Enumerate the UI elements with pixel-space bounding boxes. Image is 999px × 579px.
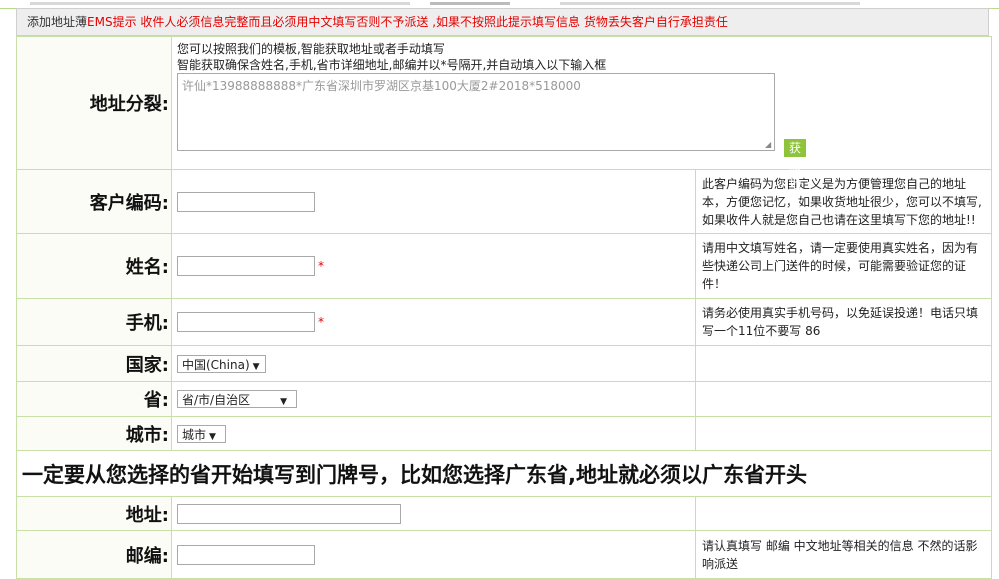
zip-input[interactable]: [177, 544, 315, 565]
top-strip-fragment: [30, 2, 410, 5]
row-province: 省: 省/市/自治区 ▼: [16, 381, 992, 417]
country-select[interactable]: 中国(China) ▼: [177, 354, 266, 373]
row-zip: 邮编: 请认真填写 邮编 中文地址等相关的信息 不然的话影响派送: [16, 530, 992, 579]
top-strip-fragment: [560, 2, 860, 5]
resize-grip-icon[interactable]: ◢: [765, 141, 773, 149]
address-split-textarea[interactable]: 许仙*13988888888*广东省深圳市罗湖区京基100大厦2#2018*51…: [177, 73, 775, 151]
notice-prefix: 添加地址薄: [27, 15, 88, 29]
address-tip-empty: [695, 496, 992, 531]
ems-notice-bar: 添加地址薄EMS提示 收件人必须信息完整而且必须用中文填写否则不予派送 ,如果不…: [16, 8, 989, 36]
name-required-star: *: [318, 259, 324, 273]
chevron-down-icon: ▼: [252, 361, 260, 372]
name-label: 姓名:: [16, 233, 172, 299]
chevron-down-icon: ▼: [280, 397, 288, 407]
name-cell: *: [171, 233, 696, 299]
row-name: 姓名: * 请用中文填写姓名，请一定要使用真实姓名，因为有些快递公司上门送件的时…: [16, 233, 992, 299]
zip-tip: 请认真填写 邮编 中文地址等相关的信息 不然的话影响派送: [695, 530, 992, 579]
city-selected-value: 城市: [182, 427, 207, 442]
row-customer-code: 客户编码: 此客户编码为您自定义是为方便管理您自己的地址本，方便您记忆，如果收货…: [16, 169, 992, 234]
country-selected-value: 中国(China): [182, 357, 250, 372]
zip-label: 邮编:: [16, 530, 172, 579]
customer-code-cell: [171, 169, 696, 234]
customer-code-tip: 此客户编码为您自定义是为方便管理您自己的地址本，方便您记忆，如果收货地址很少，您…: [695, 169, 992, 234]
row-country: 国家: 中国(China) ▼: [16, 345, 992, 382]
city-label: 城市:: [16, 416, 172, 451]
province-selected-value: 省/市/自治区: [182, 393, 251, 407]
row-warning: 一定要从您选择的省开始填写到门牌号，比如您选择广东省,地址就必须以广东省开头: [16, 450, 992, 497]
province-cell: 省/市/自治区 ▼: [171, 381, 696, 417]
name-tip: 请用中文填写姓名，请一定要使用真实姓名，因为有些快递公司上门送件的时候，可能需要…: [695, 233, 992, 299]
phone-input[interactable]: [177, 312, 315, 332]
notice-text: 收件人必须信息完整而且必须用中文填写否则不予派送 ,如果不按照此提示填写信息 货…: [136, 15, 728, 29]
row-address: 地址:: [16, 496, 992, 531]
chevron-down-icon: ▼: [209, 431, 216, 442]
address-form: 地址分裂: 您可以按照我们的模板,智能获取地址或者手动填写 智能获取确保含姓名,…: [16, 36, 992, 579]
city-select[interactable]: 城市 ▼: [177, 424, 226, 443]
phone-tip: 请务必使用真实手机号码，以免延误投递！电话只填写一个11位不要写 86: [695, 298, 992, 346]
top-strip-fragment: [430, 2, 510, 5]
split-textarea-wrap: 许仙*13988888888*广东省深圳市罗湖区京基100大厦2#2018*51…: [177, 73, 807, 209]
province-select[interactable]: 省/市/自治区 ▼: [177, 390, 297, 408]
notice-ems: EMS提示: [87, 15, 137, 29]
province-tip-empty: [695, 381, 992, 417]
split-hint-2: 智能获取确保含姓名,手机,省市详细地址,邮编并以*号隔开,并自动填入以下输入框: [177, 58, 607, 72]
address-split-label: 地址分裂:: [16, 36, 172, 170]
name-input[interactable]: [177, 256, 315, 276]
city-cell: 城市 ▼: [171, 416, 696, 451]
row-address-split: 地址分裂: 您可以按照我们的模板,智能获取地址或者手动填写 智能获取确保含姓名,…: [16, 36, 992, 209]
phone-label: 手机:: [16, 298, 172, 346]
address-split-cell: 您可以按照我们的模板,智能获取地址或者手动填写 智能获取确保含姓名,手机,省市详…: [171, 36, 992, 209]
phone-cell: *: [171, 298, 696, 346]
address-cell: [171, 496, 696, 531]
customer-code-label: 客户编码:: [16, 169, 172, 234]
address-input[interactable]: [177, 503, 401, 524]
country-tip-empty: [695, 345, 992, 382]
country-cell: 中国(China) ▼: [171, 345, 696, 382]
customer-code-input[interactable]: [177, 191, 315, 212]
city-tip-empty: [695, 416, 992, 451]
get-address-button[interactable]: 获取地址: [784, 139, 807, 209]
zip-cell: [171, 530, 696, 579]
address-label: 地址:: [16, 496, 172, 531]
row-phone: 手机: * 请务必使用真实手机号码，以免延误投递！电话只填写一个11位不要写 8…: [16, 298, 992, 346]
country-label: 国家:: [16, 345, 172, 382]
phone-required-star: *: [318, 315, 324, 329]
address-format-warning: 一定要从您选择的省开始填写到门牌号，比如您选择广东省,地址就必须以广东省开头: [16, 450, 992, 497]
province-label: 省:: [16, 381, 172, 417]
row-city: 城市: 城市 ▼: [16, 416, 992, 451]
split-hint-1: 您可以按照我们的模板,智能获取地址或者手动填写: [177, 42, 445, 56]
